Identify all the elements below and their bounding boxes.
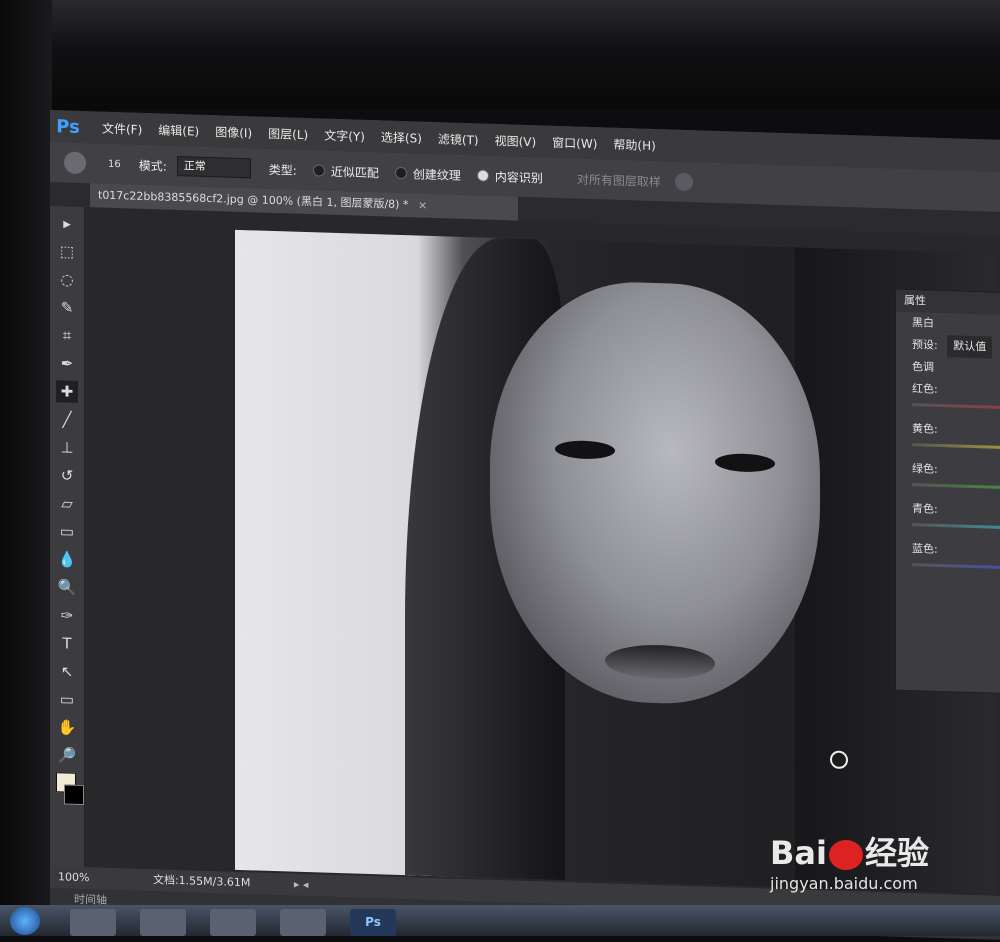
eraser-icon[interactable]: ▱ (56, 492, 78, 515)
spot-healing-brush-icon[interactable] (64, 151, 86, 175)
slider-red[interactable] (912, 403, 1000, 411)
baidu-logo: Bai 经验 (770, 828, 990, 874)
tools-panel: ▸ ⬚ ◌ ✎ ⌗ ✒ ✚ ╱ ⊥ ↺ ▱ ▭ 💧 🔍 ✑ T ↖ ▭ ✋ 🔎 (50, 206, 85, 898)
menu-layer[interactable]: 图层(L) (268, 124, 308, 142)
slider-blue[interactable] (912, 563, 1000, 571)
menu-view[interactable]: 视图(V) (495, 131, 537, 149)
stamp-icon[interactable]: ⊥ (56, 436, 78, 459)
menu-help[interactable]: 帮助(H) (613, 135, 655, 153)
menu-edit[interactable]: 编辑(E) (158, 121, 199, 139)
mode-label: 模式: (138, 158, 167, 174)
crop-icon[interactable]: ⌗ (56, 324, 78, 347)
marquee-icon[interactable]: ⬚ (56, 240, 78, 263)
brush-icon[interactable]: ╱ (56, 408, 78, 431)
hand-icon[interactable]: ✋ (56, 716, 78, 739)
photoshop-logo: Ps (56, 115, 80, 138)
menu-type[interactable]: 文字(Y) (324, 126, 365, 144)
blur-icon[interactable]: 💧 (56, 548, 78, 571)
menu-filter[interactable]: 滤镜(T) (438, 130, 479, 148)
gradient-icon[interactable]: ▭ (56, 520, 78, 543)
close-tab-icon[interactable]: × (418, 199, 427, 212)
radio-proximity-match[interactable] (312, 164, 325, 177)
path-select-icon[interactable]: ↖ (56, 660, 78, 683)
mode-select[interactable]: 正常 (176, 155, 251, 179)
history-brush-icon[interactable]: ↺ (56, 464, 78, 487)
radio-create-texture[interactable] (394, 166, 407, 180)
zoom-level[interactable]: 100% (58, 870, 89, 884)
content-aware-label: 内容识别 (494, 169, 543, 185)
menu-select[interactable]: 选择(S) (381, 128, 422, 146)
type-icon[interactable]: T (56, 632, 78, 655)
pressure-brush-icon[interactable] (674, 172, 693, 192)
menu-window[interactable]: 窗口(W) (552, 133, 597, 151)
properties-panel: 属性 黑白 预设: 默认值 色调 红色: 黄色: 绿色: 青色: 蓝色: (895, 288, 1000, 696)
dodge-icon[interactable]: 🔍 (56, 576, 78, 599)
zoom-icon[interactable]: 🔎 (56, 744, 78, 767)
logo-text-right: 经验 (864, 834, 929, 872)
type-label: 类型: (268, 162, 297, 178)
photoshop-window: Ps 文件(F) 编辑(E) 图像(I) 图层(L) 文字(Y) 选择(S) 滤… (50, 110, 1000, 941)
portrait-photo[interactable] (235, 229, 995, 894)
shape-icon[interactable]: ▭ (56, 688, 78, 711)
status-arrow-icon[interactable]: ▸ ◂ (294, 878, 309, 891)
watermark-url: jingyan.baidu.com (770, 874, 918, 893)
slider-label-blue: 蓝色: (912, 542, 938, 556)
taskbar-photoshop[interactable]: Ps (350, 909, 396, 936)
slider-label-red: 红色: (912, 382, 938, 396)
preset-select[interactable]: 默认值 (947, 335, 993, 359)
proximity-match-label: 近似匹配 (330, 164, 379, 180)
face (490, 277, 820, 709)
radio-content-aware[interactable] (476, 169, 489, 182)
monitor-bezel-left (0, 0, 52, 936)
logo-text-left: Bai (770, 834, 827, 872)
lasso-icon[interactable]: ◌ (56, 268, 78, 291)
background-color-swatch[interactable] (64, 784, 84, 806)
move-icon[interactable]: ▸ (56, 212, 78, 235)
slider-green[interactable] (912, 483, 1000, 491)
baidu-paw-icon (828, 840, 863, 870)
slider-label-cyan: 青色: (912, 502, 938, 516)
healing-brush-icon[interactable]: ✚ (56, 380, 78, 403)
monitor-bezel-top (0, 0, 1000, 110)
baidu-watermark: Bai 经验 jingyan.baidu.com (770, 828, 990, 908)
create-texture-label: 创建纹理 (412, 166, 461, 183)
taskbar-app-2[interactable] (140, 909, 186, 936)
taskbar-app-3[interactable] (210, 909, 256, 936)
windows-taskbar: Ps (0, 905, 1000, 936)
slider-yellow[interactable] (912, 443, 1000, 451)
eyedropper-icon[interactable]: ✒ (56, 352, 78, 375)
taskbar-app-1[interactable] (70, 909, 116, 936)
document-info: 文档:1.55M/3.61M (152, 873, 251, 890)
menu-file[interactable]: 文件(F) (102, 119, 142, 137)
sample-all-layers-checkbox[interactable]: 对所有图层取样 (577, 170, 661, 190)
document-title: t017c22bb8385568cf2.jpg @ 100% (黑白 1, 图层… (98, 188, 409, 212)
brush-cursor (830, 750, 848, 770)
menu-image[interactable]: 图像(I) (215, 123, 252, 141)
quick-select-icon[interactable]: ✎ (56, 296, 78, 319)
start-button[interactable] (10, 907, 40, 935)
slider-label-yellow: 黄色: (912, 422, 938, 436)
brush-size-picker[interactable]: 16 (108, 158, 121, 169)
slider-cyan[interactable] (912, 523, 1000, 531)
slider-label-green: 绿色: (912, 462, 938, 476)
pen-icon[interactable]: ✑ (56, 604, 78, 627)
canvas-area[interactable] (85, 207, 1000, 896)
preset-label: 预设: (912, 338, 938, 352)
taskbar-app-4[interactable] (280, 909, 326, 936)
